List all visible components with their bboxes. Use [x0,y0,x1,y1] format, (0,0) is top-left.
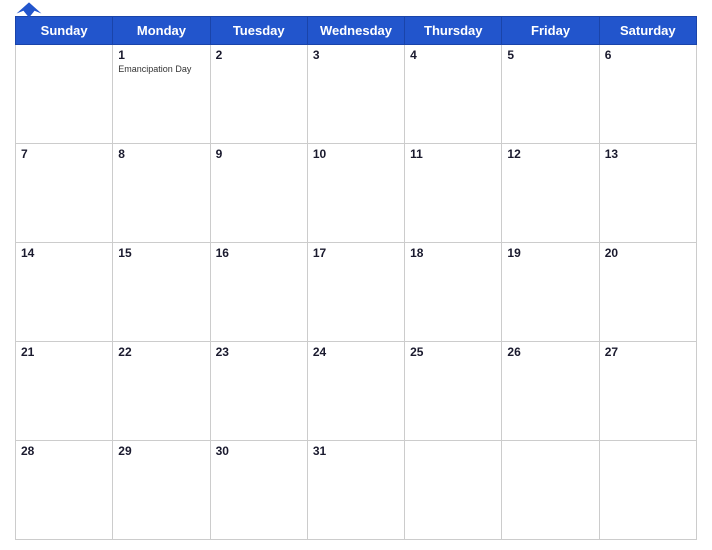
logo [15,1,43,19]
day-number: 3 [313,48,399,62]
weekday-header: Sunday [16,17,113,45]
day-number: 28 [21,444,107,458]
calendar-day-cell: 6 [599,45,696,144]
calendar-week-row: 14 15 16 17 18 19 20 [16,243,697,342]
day-number: 29 [118,444,204,458]
calendar-day-cell [599,441,696,540]
calendar-day-cell: 10 [307,144,404,243]
calendar-day-cell: 1 Emancipation Day [113,45,210,144]
calendar-day-cell: 26 [502,342,599,441]
calendar-day-cell: 19 [502,243,599,342]
calendar-day-cell: 4 [405,45,502,144]
day-number: 22 [118,345,204,359]
calendar-day-cell: 29 [113,441,210,540]
calendar-day-cell: 20 [599,243,696,342]
calendar-day-cell [405,441,502,540]
day-number: 23 [216,345,302,359]
day-number: 2 [216,48,302,62]
day-number: 17 [313,246,399,260]
day-number: 7 [21,147,107,161]
weekday-header: Thursday [405,17,502,45]
day-number: 19 [507,246,593,260]
day-number: 10 [313,147,399,161]
calendar-day-cell: 22 [113,342,210,441]
calendar-week-row: 1 Emancipation Day 23456 [16,45,697,144]
weekday-header: Saturday [599,17,696,45]
day-number: 8 [118,147,204,161]
calendar-day-cell: 2 [210,45,307,144]
day-number: 20 [605,246,691,260]
weekday-header: Friday [502,17,599,45]
calendar-day-cell: 14 [16,243,113,342]
logo-icon [15,1,43,19]
calendar-day-cell [16,45,113,144]
calendar-day-cell: 7 [16,144,113,243]
weekday-header: Wednesday [307,17,404,45]
day-number: 5 [507,48,593,62]
day-number: 16 [216,246,302,260]
weekday-header-row: SundayMondayTuesdayWednesdayThursdayFrid… [16,17,697,45]
calendar-day-cell: 5 [502,45,599,144]
calendar-day-cell: 15 [113,243,210,342]
day-number: 6 [605,48,691,62]
calendar-day-cell: 18 [405,243,502,342]
calendar-day-cell: 8 [113,144,210,243]
day-number: 31 [313,444,399,458]
calendar-day-cell: 16 [210,243,307,342]
calendar-week-row: 21 22 23 24 25 26 27 [16,342,697,441]
day-number: 18 [410,246,496,260]
day-number: 11 [410,147,496,161]
day-number: 13 [605,147,691,161]
calendar-day-cell: 30 [210,441,307,540]
day-number: 26 [507,345,593,359]
day-number: 21 [21,345,107,359]
calendar-table: SundayMondayTuesdayWednesdayThursdayFrid… [15,16,697,540]
calendar-day-cell: 3 [307,45,404,144]
weekday-header: Tuesday [210,17,307,45]
calendar-day-cell: 27 [599,342,696,441]
weekday-header: Monday [113,17,210,45]
calendar-day-cell: 11 [405,144,502,243]
day-number: 1 [118,48,204,62]
day-number: 24 [313,345,399,359]
calendar-day-cell: 12 [502,144,599,243]
day-number: 12 [507,147,593,161]
calendar-day-cell: 28 [16,441,113,540]
day-number: 27 [605,345,691,359]
calendar-day-cell: 21 [16,342,113,441]
calendar-day-cell [502,441,599,540]
calendar-day-cell: 9 [210,144,307,243]
calendar-day-cell: 25 [405,342,502,441]
calendar-day-cell: 31 [307,441,404,540]
calendar-week-row: 28 29 30 31 [16,441,697,540]
day-number: 15 [118,246,204,260]
day-number: 14 [21,246,107,260]
day-number: 9 [216,147,302,161]
day-number: 30 [216,444,302,458]
calendar-week-row: 789 10 11 12 13 [16,144,697,243]
calendar-day-cell: 13 [599,144,696,243]
day-event-label: Emancipation Day [118,64,204,74]
calendar-day-cell: 17 [307,243,404,342]
calendar-day-cell: 24 [307,342,404,441]
day-number: 25 [410,345,496,359]
day-number: 4 [410,48,496,62]
calendar-day-cell: 23 [210,342,307,441]
